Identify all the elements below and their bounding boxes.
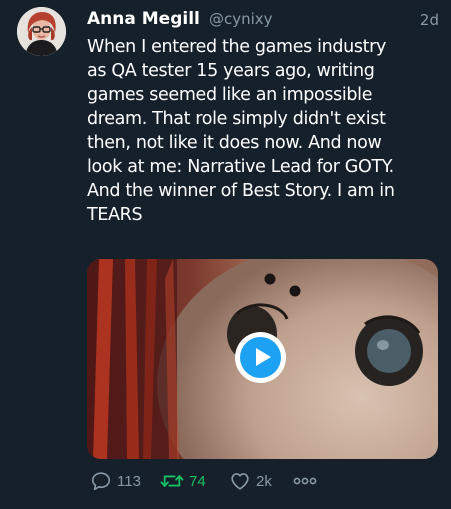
tweet-header: Anna Megill @cynixy 2d: [87, 9, 439, 33]
tweet: Anna Megill @cynixy 2d When I entered th…: [0, 0, 451, 509]
play-icon: [240, 337, 281, 378]
author-name[interactable]: Anna Megill: [87, 9, 200, 29]
heart-icon: [231, 473, 249, 490]
avatar[interactable]: [17, 7, 66, 56]
play-button[interactable]: [235, 332, 286, 383]
reply-icon: [91, 472, 111, 491]
retweet-icon: [160, 475, 184, 487]
reply-count: 113: [117, 472, 141, 490]
tweet-timestamp[interactable]: 2d: [420, 11, 439, 29]
video-thumbnail[interactable]: [87, 259, 438, 459]
more-icon: [293, 477, 317, 485]
retweet-button[interactable]: 74: [160, 468, 206, 494]
tweet-text: When I entered the games industry as QA …: [87, 37, 395, 225]
like-count: 2k: [256, 472, 272, 490]
reply-button[interactable]: 113: [90, 468, 141, 494]
tweet-actions: 113 74 2k: [87, 468, 441, 494]
retweet-count: 74: [189, 472, 206, 490]
author-handle[interactable]: @cynixy: [209, 10, 273, 28]
more-button[interactable]: [293, 468, 317, 494]
like-button[interactable]: 2k: [229, 468, 272, 494]
